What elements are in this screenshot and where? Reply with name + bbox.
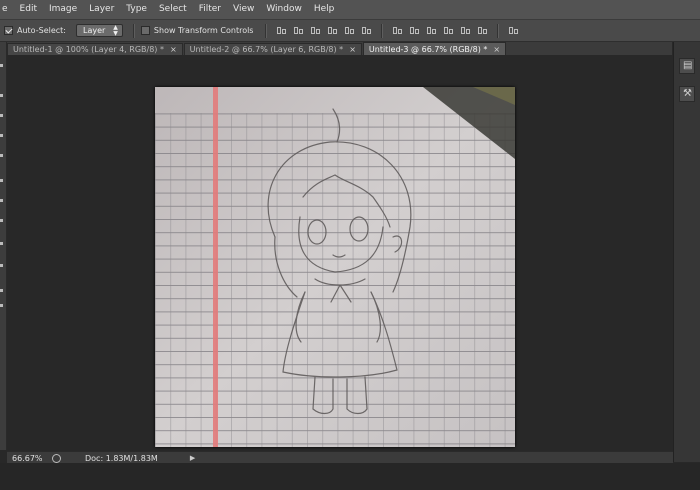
menu-image[interactable]: Image [43,0,83,19]
align-bottom-edges-icon[interactable] [310,25,321,36]
auto-select-checkbox[interactable] [4,26,13,35]
auto-select-target-value: Layer [82,26,106,35]
tool-icon[interactable] [0,134,3,137]
menu-filter[interactable]: Filter [193,0,227,19]
close-icon[interactable]: × [493,45,500,54]
distribute-right-edges-icon[interactable] [477,25,488,36]
auto-select-target-dropdown[interactable]: Layer ▲ ▼ [75,23,123,37]
tab-untitled-3[interactable]: Untitled-3 @ 66.7% (RGB/8) * × [362,42,507,55]
menu-select[interactable]: Select [153,0,193,19]
tab-label: Untitled-2 @ 66.7% (Layer 6, RGB/8) * [189,45,344,54]
document-tab-bar: Untitled-1 @ 100% (Layer 4, RGB/8) * × U… [7,42,672,55]
tool-icon[interactable] [0,242,3,245]
tool-icon[interactable] [0,264,3,267]
auto-select-label: Auto-Select: [17,26,66,35]
zoom-level[interactable]: 66.67% [7,454,48,463]
menu-window[interactable]: Window [260,0,308,19]
menu-layer[interactable]: Layer [83,0,120,19]
close-icon[interactable]: × [170,45,177,54]
options-bar: Auto-Select: Layer ▲ ▼ Show Transform Con… [0,20,700,42]
tool-icon[interactable] [0,304,3,307]
tool-icon[interactable] [0,64,3,67]
close-icon[interactable]: × [349,45,356,54]
tab-untitled-2[interactable]: Untitled-2 @ 66.7% (Layer 6, RGB/8) * × [183,43,362,55]
collapsed-panels-dock: ▤ ⚒ [673,42,700,462]
tab-label: Untitled-3 @ 66.7% (RGB/8) * [368,44,488,54]
paper-margin-line [213,87,218,447]
menu-view[interactable]: View [227,0,260,19]
canvas-area[interactable] [7,55,672,450]
dropdown-arrows-icon: ▲ ▼ [113,23,118,37]
doc-size-info: Doc: 1.83M/1.83M [85,453,158,463]
menu-file-truncated[interactable]: e [0,0,14,19]
align-right-edges-icon[interactable] [361,25,372,36]
align-top-edges-icon[interactable] [276,25,287,36]
status-menu-arrow-icon[interactable]: ▶ [190,454,195,462]
options-separator [265,23,268,38]
tab-label: Untitled-1 @ 100% (Layer 4, RGB/8) * [13,45,164,54]
tool-icon[interactable] [0,114,3,117]
tool-icon[interactable] [0,199,3,202]
tool-icon[interactable] [0,179,3,182]
options-separator [381,23,384,38]
tool-icon[interactable] [0,154,3,157]
paper-vertical-rules [155,113,515,447]
document-canvas[interactable] [155,87,515,447]
align-horizontal-centers-icon[interactable] [344,25,355,36]
tool-icon[interactable] [0,219,3,222]
distribute-vertical-centers-icon[interactable] [409,25,420,36]
tab-untitled-1[interactable]: Untitled-1 @ 100% (Layer 4, RGB/8) * × [7,43,183,55]
align-left-edges-icon[interactable] [327,25,338,36]
options-separator [497,23,500,38]
distribute-left-edges-icon[interactable] [443,25,454,36]
tool-icon[interactable] [0,289,3,292]
distribute-top-edges-icon[interactable] [392,25,403,36]
menu-bar: e Edit Image Layer Type Select Filter Vi… [0,0,700,20]
bottom-background [0,463,700,490]
options-separator [132,23,135,38]
distribute-bottom-edges-icon[interactable] [426,25,437,36]
status-info-icon[interactable] [52,453,61,463]
auto-align-layers-icon[interactable] [508,25,519,36]
menu-help[interactable]: Help [308,0,341,19]
tools-panel-edge [0,42,7,450]
align-vertical-centers-icon[interactable] [293,25,304,36]
show-transform-controls-checkbox[interactable] [140,26,150,35]
show-transform-controls-label: Show Transform Controls [153,26,254,35]
distribute-horizontal-centers-icon[interactable] [460,25,471,36]
arrange-icon[interactable]: ▤ [679,58,695,74]
menu-type[interactable]: Type [120,0,153,19]
tool-icon[interactable] [0,94,3,97]
menu-edit[interactable]: Edit [14,0,43,19]
tool-presets-icon[interactable]: ⚒ [679,86,695,102]
